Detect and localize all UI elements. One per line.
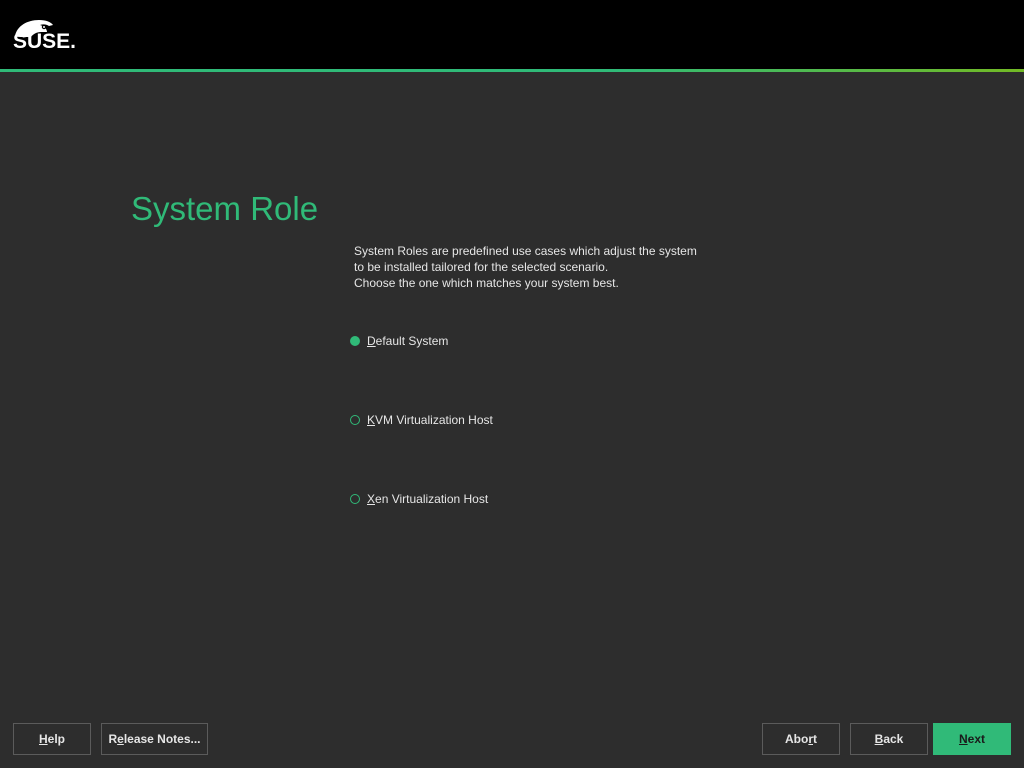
header-accent-line [0,69,1024,72]
next-button[interactable]: Next [933,723,1011,755]
button-label-post: ext [967,732,985,746]
radio-button-unchecked[interactable] [350,494,360,504]
role-option-default-system[interactable]: Default System [350,331,448,351]
button-label-post: elp [47,732,65,746]
role-mnemonic: D [367,334,376,348]
button-label-pre: R [108,732,118,746]
button-mnemonic: B [874,732,884,746]
description-line: System Roles are predefined use cases wh… [354,244,697,258]
role-option-kvm-virtualization-host[interactable]: KVM Virtualization Host [350,410,493,430]
role-option-xen-virtualization-host[interactable]: Xen Virtualization Host [350,489,488,509]
description-line: Choose the one which matches your system… [354,276,619,290]
button-label-post: ack [883,732,904,746]
button-mnemonic: H [38,732,48,746]
role-label-text: en Virtualization Host [375,492,489,506]
button-label-post: lease Notes... [123,732,201,746]
role-description: System Roles are predefined use cases wh… [354,243,774,291]
role-label: KVM Virtualization Host [367,413,493,427]
back-button[interactable]: Back [850,723,928,755]
radio-button-unchecked[interactable] [350,415,360,425]
button-mnemonic: e [117,732,124,746]
role-label-text: VM Virtualization Host [375,413,493,427]
help-button[interactable]: Help [13,723,91,755]
abort-button[interactable]: Abo r t [762,723,840,755]
header-bar: SUSE. [0,0,1024,69]
role-label: Xen Virtualization Host [367,492,488,506]
role-mnemonic: X [367,492,376,506]
role-label: Default System [367,334,448,348]
button-label-pre: Abo [785,732,809,746]
role-mnemonic: K [367,413,376,427]
suse-logo-text: SUSE. [13,30,77,53]
release-notes-button[interactable]: Re lease Notes... [101,723,208,755]
button-mnemonic: N [958,732,968,746]
role-label-text: efault System [375,334,449,348]
button-label-post: t [813,732,817,746]
radio-button-checked[interactable] [350,336,360,346]
description-line: to be installed tailored for the selecte… [354,260,609,274]
page-title: System Role [131,190,319,227]
